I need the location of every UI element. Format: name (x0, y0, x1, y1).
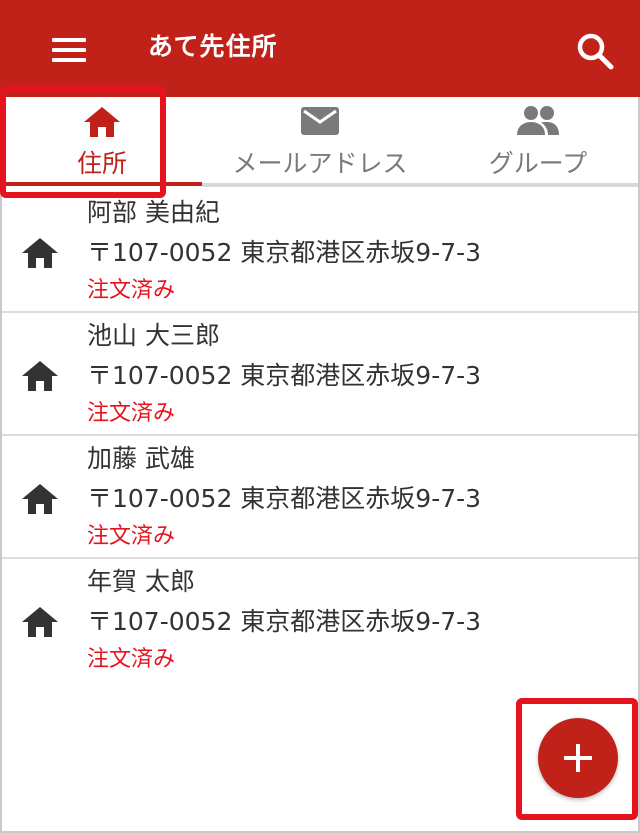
app-bar: あて先住所 (0, 0, 640, 97)
home-icon (22, 361, 58, 391)
contact-name: 阿部 美由紀 (87, 198, 220, 227)
status-badge: 注文済み (87, 401, 176, 426)
contact-address: 〒107-0052 東京都港区赤坂9-7-3 (87, 607, 482, 636)
list-item[interactable]: 池山 大三郎 〒107-0052 東京都港区赤坂9-7-3 注文済み (2, 313, 638, 436)
active-tab-indicator (2, 182, 202, 186)
plus-icon-vertical (576, 744, 580, 772)
tab-address[interactable]: 住所 (2, 97, 202, 187)
tab-address-label: 住所 (76, 149, 127, 178)
contact-name: 池山 大三郎 (87, 321, 220, 350)
status-badge: 注文済み (87, 278, 176, 303)
home-icon (22, 607, 58, 637)
home-icon (22, 238, 58, 268)
home-icon (22, 484, 58, 514)
menu-icon-bar-middle (52, 48, 86, 52)
search-button[interactable] (574, 30, 616, 72)
list-item[interactable]: 阿部 美由紀 〒107-0052 東京都港区赤坂9-7-3 注文済み (2, 190, 638, 313)
status-badge: 注文済み (87, 647, 176, 672)
list-item[interactable]: 加藤 武雄 〒107-0052 東京都港区赤坂9-7-3 注文済み (2, 436, 638, 559)
contact-address: 〒107-0052 東京都港区赤坂9-7-3 (87, 484, 482, 513)
home-icon (84, 107, 120, 137)
menu-button[interactable] (48, 34, 90, 66)
tab-underline (202, 183, 638, 187)
menu-icon-bar-top (52, 38, 86, 42)
status-badge: 注文済み (87, 524, 176, 549)
tab-email-label: メールアドレス (232, 149, 408, 178)
list-item[interactable]: 年賀 太郎 〒107-0052 東京都港区赤坂9-7-3 注文済み (2, 559, 638, 682)
menu-icon-bar-bottom (52, 58, 86, 62)
address-list: 阿部 美由紀 〒107-0052 東京都港区赤坂9-7-3 注文済み 池山 大三… (2, 190, 638, 682)
tab-email[interactable]: メールアドレス (202, 97, 438, 187)
page-title: あて先住所 (148, 32, 278, 61)
contact-name: 加藤 武雄 (87, 444, 195, 473)
tab-bar: 住所 メールアドレス グループ (2, 97, 638, 187)
search-icon (577, 33, 614, 70)
add-address-button[interactable] (538, 718, 618, 798)
contact-address: 〒107-0052 東京都港区赤坂9-7-3 (87, 361, 482, 390)
tab-group-label: グループ (488, 149, 588, 178)
tab-group[interactable]: グループ (438, 97, 638, 187)
contact-name: 年賀 太郎 (87, 567, 195, 596)
mail-icon (301, 107, 339, 135)
contact-address: 〒107-0052 東京都港区赤坂9-7-3 (87, 238, 482, 267)
group-icon (517, 106, 559, 135)
